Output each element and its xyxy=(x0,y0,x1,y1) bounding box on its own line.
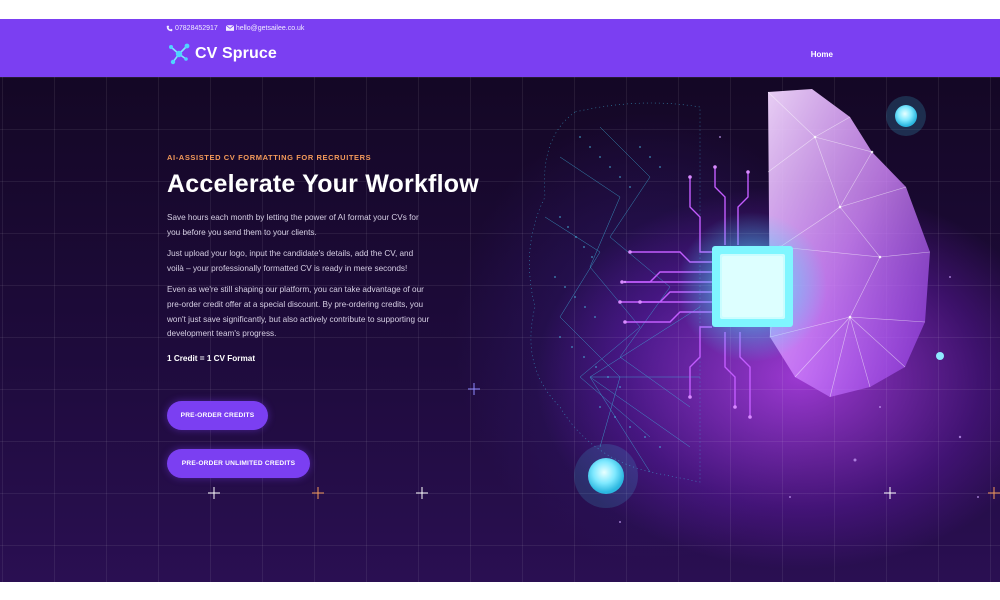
site-header: 07828452917 hello@getsailee.co.uk CV Spr… xyxy=(0,19,1000,77)
contact-bar: 07828452917 hello@getsailee.co.uk xyxy=(166,23,304,33)
hero-paragraph-1: Save hours each month by letting the pow… xyxy=(167,213,419,237)
page-bottom-margin xyxy=(0,582,1000,600)
pre-order-unlimited-credits-button[interactable]: PRE-ORDER UNLIMITED CREDITS xyxy=(167,449,310,478)
site-logo[interactable]: CV Spruce xyxy=(167,42,277,66)
brain-dot-pattern xyxy=(554,136,661,448)
hero-paragraph-3: Even as we're still shaping our platform… xyxy=(167,285,430,339)
phone-link[interactable]: 07828452917 xyxy=(166,25,218,32)
hero-paragraph-2: Just upload your logo, input the candida… xyxy=(167,249,414,273)
email-address: hello@getsailee.co.uk xyxy=(235,24,305,32)
pre-order-credits-button[interactable]: PRE-ORDER CREDITS xyxy=(167,401,268,430)
phone-number: 07828452917 xyxy=(175,24,218,32)
nav-home-link[interactable]: Home xyxy=(811,50,833,59)
hero-title: Accelerate Your Workflow xyxy=(167,170,479,198)
credit-note: 1 Credit = 1 CV Format xyxy=(167,353,256,363)
glowing-chip xyxy=(677,212,827,362)
phone-icon xyxy=(166,25,173,31)
hero-eyebrow: AI-ASSISTED CV FORMATTING FOR RECRUITERS xyxy=(167,153,372,162)
ai-brain-chip-illustration xyxy=(208,89,1000,523)
hero-content: AI-ASSISTED CV FORMATTING FOR RECRUITERS… xyxy=(167,153,479,363)
logo-network-icon xyxy=(169,43,190,65)
email-link[interactable]: hello@getsailee.co.uk xyxy=(225,24,305,32)
mail-icon xyxy=(225,25,234,31)
brand-name: CV Spruce xyxy=(195,45,277,62)
hero-section: AI-ASSISTED CV FORMATTING FOR RECRUITERS… xyxy=(0,77,1000,582)
